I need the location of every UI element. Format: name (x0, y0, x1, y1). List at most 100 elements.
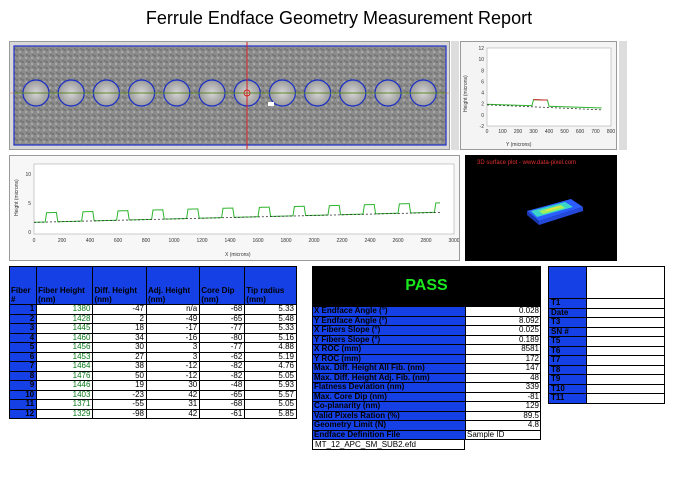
info-label: T10 (548, 383, 587, 394)
result-label: Endface Definition File (312, 429, 466, 440)
y-profile-xtick: 100 (498, 129, 507, 135)
fiber-table-cell: 5.57 (244, 389, 297, 400)
fiber-table-cell: -80 (199, 332, 246, 343)
fiber-table-cell: -77 (199, 323, 246, 334)
yprof-scrollbar[interactable] (619, 41, 627, 150)
result-label: Max. Core Dip (nm) (312, 391, 466, 402)
fiber-table-cell: 4 (8, 332, 38, 343)
info-label: SN # (548, 326, 587, 337)
result-row: Max. Diff. Height All Fib. (nm) 147 (312, 363, 541, 374)
result-label: Y Fibers Slope (°) (312, 334, 466, 345)
x-profile-xlabel: X (microns) (225, 252, 251, 258)
result-row: X Endface Angle (°) 0.028 (312, 306, 541, 317)
result-row: X ROC (mm) 8581 (312, 344, 541, 355)
x-profile-ytick: 0 (28, 230, 31, 236)
info-value (586, 364, 665, 375)
info-value (586, 355, 665, 366)
fiber-table-row: 3 1445 18 -17 -77 5.33 (8, 323, 297, 334)
result-value: 0.025 (465, 325, 541, 336)
x-profile-xtick: 600 (114, 238, 123, 244)
y-profile-xtick: 800 (607, 129, 616, 135)
fiber-table: Fiber # Fiber Height (nm) Diff. Height (nm… (8, 266, 297, 419)
fiber-table-cell: -16 (145, 332, 201, 343)
info-row: T7 (548, 355, 665, 366)
info-label: T11 (548, 393, 587, 404)
x-profile-xtick: 1200 (196, 238, 207, 244)
result-value: -81 (465, 391, 541, 402)
fiber-table-cell: n/a (145, 304, 201, 315)
fiber-table-cell: 31 (145, 399, 201, 410)
surface-plot[interactable]: 3D surface plot - www.data-pixel.com (465, 155, 617, 261)
fiber-image[interactable] (10, 42, 449, 149)
info-label: T8 (548, 364, 587, 375)
info-row: T10 (548, 383, 665, 394)
result-label: Co-planarity (nm) (312, 401, 466, 412)
result-value: 147 (465, 363, 541, 374)
y-profile-xtick: 0 (486, 129, 489, 135)
fiber-table-cell: -65 (199, 313, 246, 324)
info-value (586, 298, 665, 309)
fiber-table-row: 11 1371 -55 31 -68 5.05 (8, 399, 297, 410)
fiber-table-cell: 1446 (36, 380, 94, 391)
y-profile-ytick: 10 (478, 57, 484, 63)
result-row: Max. Core Dip (nm) -81 (312, 391, 541, 402)
efd-file-name: MT_12_APC_SM_SUB2.efd (312, 440, 465, 450)
fiber-table-row: 9 1446 19 30 -48 5.93 (8, 380, 297, 391)
x-profile-ytick: 10 (25, 172, 31, 178)
fiber-table-header: Tip radius (mm) (244, 266, 297, 305)
fiber-table-cell: 5.48 (244, 313, 297, 324)
x-profile-xtick: 2200 (336, 238, 347, 244)
info-value (586, 383, 665, 394)
fiber-table-row: 6 1453 27 3 -62 5.19 (8, 351, 297, 362)
fiber-table-cell: 1456 (36, 342, 94, 353)
fiber-table-cell: -82 (199, 370, 246, 381)
result-value: 0.189 (465, 334, 541, 345)
fiber-table-cell: 5.33 (244, 323, 297, 334)
x-profile-xtick: 1800 (280, 238, 291, 244)
fiber-table-cell: 6 (8, 351, 38, 362)
fiber-table-cell: -48 (199, 380, 246, 391)
info-label: T9 (548, 374, 587, 385)
fiber-table-cell: 30 (92, 342, 147, 353)
fiber-table-cell: 19 (92, 380, 147, 391)
result-value: 48 (465, 372, 541, 383)
info-value (586, 336, 665, 347)
result-row: Valid Pixels Ration (%) 89.5 (312, 410, 541, 421)
fiber-image-panel[interactable] (9, 41, 450, 150)
fiber-table-row: 2 1428 2 -49 -65 5.48 (8, 313, 297, 324)
fiber-table-cell: 4.88 (244, 342, 297, 353)
info-row: Date (548, 307, 665, 318)
info-row: T8 (548, 364, 665, 375)
fiber-table-header: Core Dip (nm) (199, 266, 246, 305)
info-label: T7 (548, 355, 587, 366)
fiber-table-cell: -61 (199, 408, 246, 419)
fiber-table-header: Diff. Height (nm) (92, 266, 147, 305)
fiber-table-cell: 1 (8, 304, 38, 315)
fiber-table-cell: 2 (8, 313, 38, 324)
result-row: Max. Diff. Height Adj. Fib. (nm) 48 (312, 372, 541, 383)
fiber-scrollbar[interactable] (451, 41, 459, 150)
info-row: T9 (548, 374, 665, 385)
info-value (586, 345, 665, 356)
info-value (586, 374, 665, 385)
fiber-table-cell: 2 (92, 313, 147, 324)
fiber-table-cell: -82 (199, 361, 246, 372)
x-profile-ylabel: Height (microns) (14, 179, 20, 216)
fiber-table-header: Fiber Height (nm) (36, 266, 94, 305)
y-profile-ytick: 0 (481, 113, 484, 119)
result-label: Max. Diff. Height Adj. Fib. (nm) (312, 372, 466, 383)
result-value: 8.092 (465, 315, 541, 326)
fiber-table-cell: -68 (199, 399, 246, 410)
fiber-table-row: 8 1476 50 -12 -82 5.05 (8, 370, 297, 381)
fiber-table-cell: 1445 (36, 323, 94, 334)
result-value: 8581 (465, 344, 541, 355)
x-profile-xtick: 0 (33, 238, 36, 244)
result-label: Y ROC (mm) (312, 353, 466, 364)
fiber-table-cell: 1428 (36, 313, 94, 324)
fiber-table-cell: 27 (92, 351, 147, 362)
info-row: T3 (548, 317, 665, 328)
fiber-table-cell: 5.19 (244, 351, 297, 362)
fiber-table-cell: 11 (8, 399, 38, 410)
fiber-table-cell: 8 (8, 370, 38, 381)
y-profile-xtick: 300 (529, 129, 538, 135)
